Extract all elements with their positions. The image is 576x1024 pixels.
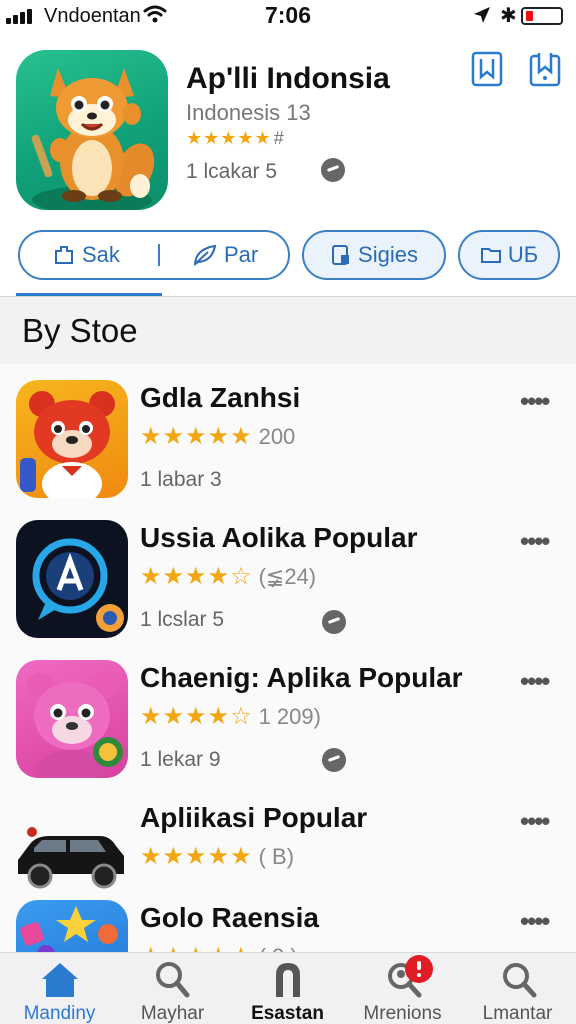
rating-count: 1 209) — [258, 704, 321, 729]
chat-bubble-icon[interactable] — [322, 610, 346, 634]
app-rating-stars: ★★★★★ — [140, 843, 253, 870]
notification-badge-icon — [405, 955, 433, 983]
app-rating: ★★★★★( B) — [140, 842, 294, 871]
app-rating-stars: ★★★★★ — [186, 128, 272, 148]
document-icon — [332, 245, 350, 265]
tab-label: Mayhar — [140, 1003, 205, 1024]
tab-esastan[interactable]: Esastan — [230, 953, 345, 1024]
app-name: Apliikasi Popular — [140, 802, 368, 833]
tab-lmantar[interactable]: Lmantar — [460, 953, 575, 1024]
sigies-label: Sigies — [358, 242, 418, 267]
app-meta: 1 lekar 9 — [140, 748, 221, 771]
ub-label: UБ — [507, 242, 539, 267]
tab-label: Mandiny — [23, 1003, 96, 1024]
app-rating: ★★★★☆ (≨24) — [140, 562, 316, 591]
more-options-button[interactable]: •••• — [520, 806, 550, 837]
app-rating-mark: # — [273, 128, 285, 148]
app-title: Ap'lli Indonsia — [186, 62, 390, 95]
section-title: By Stoe — [22, 312, 138, 349]
bluetooth-icon: ✱ — [500, 5, 517, 27]
puzzle-icon — [55, 246, 73, 264]
rating-count: (≨24) — [258, 564, 317, 589]
app-rating-stars: ★★★★★ — [140, 943, 253, 952]
app-rating-stars: ★★★★★ — [140, 423, 253, 450]
battery-icon — [521, 7, 563, 25]
search-icon — [503, 963, 537, 998]
tab-mrenions[interactable]: Mrenions — [345, 953, 460, 1024]
tab-label: Lmantar — [482, 1003, 553, 1024]
letter-a-chat-icon — [16, 520, 128, 638]
leaf-icon — [193, 244, 217, 266]
sigies-button[interactable]: Sigies — [302, 230, 446, 280]
list-item[interactable]: Chaenig: Aplika Popular ★★★★☆ 1 209) 1 le… — [0, 644, 576, 784]
tab-mayhar[interactable]: Mayhar — [115, 953, 230, 1024]
folder-icon — [480, 248, 501, 263]
pink-bear-icon — [16, 660, 128, 778]
app-subtitle: Indonesis 13 — [186, 100, 311, 125]
app-header: Ap'lli Indonsia Indonesis 13 ★★★★★ # 1 lc… — [0, 40, 576, 297]
more-options-button[interactable]: •••• — [520, 906, 550, 937]
bookmark-icon[interactable] — [470, 50, 504, 88]
rating-count: ( 2 ) — [259, 944, 298, 952]
rating-count: 200 — [258, 424, 296, 449]
app-meta: 1 lcakar 5 — [186, 160, 278, 183]
app-name: Golo Raensia — [140, 902, 319, 933]
segment-par-label: Par — [224, 242, 259, 267]
app-rating-stars: ★★★★☆ — [140, 563, 253, 590]
tab-label: Esastan — [251, 1003, 324, 1024]
chat-bubble-icon[interactable] — [321, 158, 345, 182]
list-item[interactable]: Gdla Zanhsi ★★★★★ 200 1 labar 3 •••• — [0, 364, 576, 504]
tab-label: Mrenions — [363, 1003, 442, 1024]
arch-icon — [276, 963, 300, 997]
status-bar: Vndoentan 7:06 ✱ — [0, 0, 576, 40]
share-bookmark-icon[interactable] — [528, 50, 562, 88]
chat-bubble-icon[interactable] — [322, 748, 346, 772]
app-name: Gdla Zanhsi — [140, 382, 301, 413]
segment-par[interactable]: Par — [192, 232, 258, 278]
app-rating-stars: ★★★★☆ — [140, 703, 253, 730]
app-rating: ★★★★★ ( 2 ) — [140, 942, 298, 952]
app-list: Gdla Zanhsi ★★★★★ 200 1 labar 3 •••• Ussi… — [0, 364, 576, 952]
rating-count: ( B) — [258, 844, 295, 869]
location-arrow-icon — [474, 7, 490, 23]
segment-divider — [158, 244, 160, 266]
home-icon — [42, 963, 78, 997]
app-meta: 1 lcslar 5 — [140, 608, 225, 631]
segment-control: Sak Par — [18, 230, 290, 280]
list-item[interactable]: Golo Raensia ★★★★★ ( 2 ) •••• — [0, 884, 576, 952]
ub-button[interactable]: UБ — [458, 230, 560, 280]
game-items-icon — [16, 900, 128, 952]
red-bear-icon — [16, 380, 128, 498]
app-rating: ★★★★☆ 1 209) — [140, 702, 321, 731]
app-name: Chaenig: Aplika Popular — [140, 662, 463, 693]
header-divider — [0, 296, 576, 297]
app-rating: ★★★★★ 200 — [140, 422, 295, 451]
segment-sak[interactable]: Sak — [52, 232, 120, 278]
app-name: Ussia Aolika Popular — [140, 522, 418, 553]
tab-bar: Mandiny Mayhar Esastan Mrenions Lmantar — [0, 952, 576, 1024]
app-rating: ★★★★★ # — [186, 128, 285, 149]
fox-character-icon[interactable] — [16, 50, 168, 210]
segment-sak-label: Sak — [82, 242, 120, 267]
search-icon — [156, 962, 190, 998]
tab-mandiny[interactable]: Mandiny — [2, 953, 117, 1024]
list-item[interactable]: Ussia Aolika Popular ★★★★☆ (≨24) 1 lcslar… — [0, 504, 576, 644]
app-meta: 1 labar 3 — [140, 468, 222, 491]
more-options-button[interactable]: •••• — [520, 526, 550, 557]
more-options-button[interactable]: •••• — [520, 386, 550, 417]
more-options-button[interactable]: •••• — [520, 666, 550, 697]
